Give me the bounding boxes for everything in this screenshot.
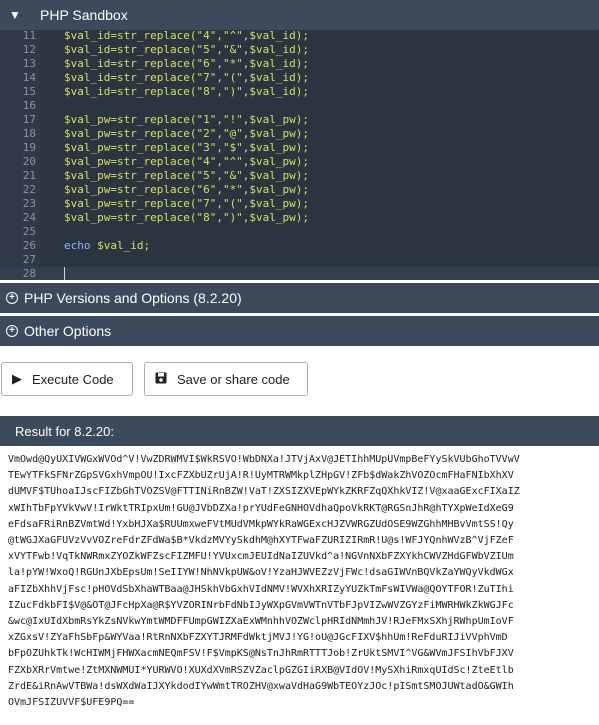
code-line[interactable]: 12 $val_id=str_replace("5","&",$val_id); <box>0 43 599 57</box>
line-number: 27 <box>22 253 36 266</box>
line-number: 16 <box>22 99 36 112</box>
code-text: $val_id=str_replace("6","*",$val_id); <box>64 57 310 70</box>
code-line[interactable]: 16 <box>0 99 599 113</box>
toolbar: ▶ Execute Code Save or share code <box>0 348 599 414</box>
code-text: $val_pw=str_replace("4","^",$val_pw); <box>64 155 310 168</box>
line-number: 23 <box>22 197 36 210</box>
line-number: 25 <box>22 225 36 238</box>
code-text: $val_pw=str_replace("7","(",$val_pw); <box>64 197 310 210</box>
code-line[interactable]: 11 $val_id=str_replace("4","^",$val_id); <box>0 30 599 43</box>
code-text: $val_pw=str_replace("2","@",$val_pw); <box>64 127 310 140</box>
app-title: PHP Sandbox <box>40 7 128 23</box>
code-text: $val_id=str_replace("7","(",$val_id); <box>64 71 310 84</box>
line-number: 17 <box>22 113 36 126</box>
php-versions-label: PHP Versions and Options (8.2.20) <box>24 290 242 306</box>
code-text: echo $val_id; <box>64 239 150 253</box>
code-line[interactable]: 27 <box>0 253 599 267</box>
keyword: echo <box>64 239 91 252</box>
result-output: VmOwd@QyUXIVWGxWVOd^V!VwZDRWMVI$WkRSVO!W… <box>0 446 599 725</box>
plus-icon: + <box>6 325 18 337</box>
save-share-button[interactable]: Save or share code <box>144 362 308 396</box>
code-line[interactable]: 17 $val_pw=str_replace("1","!",$val_pw); <box>0 113 599 127</box>
other-options-toggle[interactable]: + Other Options <box>0 316 599 346</box>
code-line[interactable]: 21 $val_pw=str_replace("5","&",$val_pw); <box>0 169 599 183</box>
code-line[interactable]: 19 $val_pw=str_replace("3","$",$val_pw); <box>0 141 599 155</box>
line-number: 18 <box>22 127 36 140</box>
code-line[interactable]: 24 $val_pw=str_replace("8",")",$val_pw); <box>0 211 599 225</box>
code-text: $val_pw=str_replace("1","!",$val_pw); <box>64 113 310 126</box>
code-line[interactable]: 20 $val_pw=str_replace("4","^",$val_pw); <box>0 155 599 169</box>
plus-icon: + <box>6 292 18 304</box>
caret-down-icon[interactable]: ▼ <box>9 8 23 22</box>
result-header: Result for 8.2.20: <box>0 416 599 446</box>
line-number: 15 <box>22 85 36 98</box>
line-number: 21 <box>22 169 36 182</box>
code-line[interactable]: 26 echo $val_id; <box>0 239 599 253</box>
titlebar: ▼ PHP Sandbox <box>0 0 599 30</box>
line-number: 19 <box>22 141 36 154</box>
code-line[interactable]: 14 $val_id=str_replace("7","(",$val_id); <box>0 71 599 85</box>
line-number: 12 <box>22 43 36 56</box>
code-text: $val_pw=str_replace("6","*",$val_pw); <box>64 183 310 196</box>
code-line[interactable]: 15 $val_id=str_replace("8",")",$val_id); <box>0 85 599 99</box>
code-line[interactable]: 23 $val_pw=str_replace("7","(",$val_pw); <box>0 197 599 211</box>
line-number: 28 <box>22 267 36 280</box>
line-number: 24 <box>22 211 36 224</box>
code-line[interactable]: 13 $val_id=str_replace("6","*",$val_id); <box>0 57 599 71</box>
save-icon <box>155 372 167 387</box>
result-text: VmOwd@QyUXIVWGxWVOd^V!VwZDRWMVI$WkRSVO!W… <box>8 454 520 709</box>
line-number: 14 <box>22 71 36 84</box>
code-rest: $val_id; <box>90 239 151 252</box>
other-options-label: Other Options <box>24 323 112 339</box>
line-number: 20 <box>22 155 36 168</box>
code-text: $val_id=str_replace("8",")",$val_id); <box>64 85 310 98</box>
code-line[interactable]: 28 <box>0 267 599 280</box>
save-share-label: Save or share code <box>177 371 290 387</box>
php-versions-toggle[interactable]: + PHP Versions and Options (8.2.20) <box>0 283 599 313</box>
line-number: 11 <box>22 30 36 42</box>
code-line[interactable]: 25 <box>0 225 599 239</box>
line-number: 26 <box>22 239 36 252</box>
code-text: $val_pw=str_replace("3","$",$val_pw); <box>64 141 310 154</box>
code-text: $val_pw=str_replace("8",")",$val_pw); <box>64 211 310 224</box>
code-line[interactable]: 22 $val_pw=str_replace("6","*",$val_pw); <box>0 183 599 197</box>
line-number: 22 <box>22 183 36 196</box>
code-text: $val_pw=str_replace("5","&",$val_pw); <box>64 169 310 182</box>
text-cursor <box>64 267 65 280</box>
play-icon: ▶ <box>12 371 22 386</box>
code-editor[interactable]: 11 $val_id=str_replace("4","^",$val_id); 1… <box>0 30 599 280</box>
code-text: $val_id=str_replace("5","&",$val_id); <box>64 43 310 56</box>
code-text: $val_id=str_replace("4","^",$val_id); <box>64 30 310 42</box>
code-line[interactable]: 18 $val_pw=str_replace("2","@",$val_pw); <box>0 127 599 141</box>
execute-code-label: Execute Code <box>32 371 114 387</box>
execute-code-button[interactable]: ▶ Execute Code <box>1 362 133 396</box>
line-number: 13 <box>22 57 36 70</box>
